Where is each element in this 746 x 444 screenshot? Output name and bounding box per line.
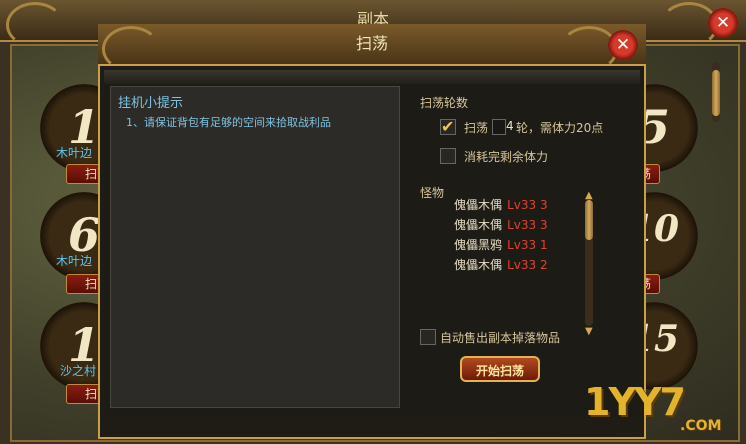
dungeon-scroll-thumb[interactable]: [712, 70, 720, 116]
dungeon-close-icon[interactable]: [708, 8, 738, 38]
level-name: 木叶边: [56, 254, 93, 268]
level-name: 沙之村: [60, 364, 97, 378]
rounds-input[interactable]: [492, 119, 506, 135]
rounds-count: 4: [506, 119, 514, 133]
monster-list-item: 傀儡黑鸦 Lv33 1: [454, 234, 548, 253]
sweep-title: 扫荡: [355, 34, 388, 53]
sweep-checkbox[interactable]: ✔: [440, 119, 456, 135]
monster-scrollbar[interactable]: [585, 200, 593, 326]
tips-title: 挂机小提示: [118, 96, 184, 111]
monster-level: Lv33 1: [507, 238, 548, 252]
auto-sell-checkbox[interactable]: [420, 329, 436, 345]
monster-scroll-thumb[interactable]: [585, 200, 593, 240]
start-sweep-button[interactable]: 开始扫荡: [460, 356, 540, 382]
monster-list-item: 傀儡木偶 Lv33 3: [454, 214, 548, 233]
level-name: 木叶边: [56, 146, 93, 160]
tips-line: 1、请保证背包有足够的空间来拾取战利品: [126, 116, 331, 129]
monster-level: Lv33 3: [507, 198, 548, 212]
dungeon-scrollbar[interactable]: [712, 62, 720, 122]
scroll-down-icon[interactable]: ▼: [585, 326, 593, 337]
monsters-heading: 怪物: [420, 186, 445, 200]
sweep-header-strip: [104, 70, 640, 84]
monster-name: 傀儡木偶: [454, 198, 503, 212]
rounds-heading: 扫荡轮数: [420, 96, 469, 110]
monster-list-item: 傀儡木偶 Lv33 2: [454, 254, 548, 273]
tips-panel: [110, 86, 400, 408]
sweep-checkbox-label: 扫荡: [464, 121, 489, 135]
auto-sell-label: 自动售出副本掉落物品: [440, 331, 561, 345]
check-icon: ✔: [441, 117, 455, 136]
consume-checkbox[interactable]: [440, 148, 456, 164]
monster-name: 傀儡木偶: [454, 258, 503, 272]
monster-level: Lv33 3: [507, 218, 548, 232]
rounds-suffix: 轮，需体力20点: [516, 121, 604, 135]
site-logo-suffix: .COM: [680, 418, 722, 434]
sweep-close-icon[interactable]: [608, 30, 638, 60]
monster-list-item: 傀儡木偶 Lv33 3: [454, 194, 548, 213]
monster-level: Lv33 2: [507, 258, 548, 272]
consume-checkbox-label: 消耗完剩余体力: [464, 150, 549, 164]
site-logo: 1YY7: [584, 380, 686, 424]
monster-name: 傀儡黑鸦: [454, 238, 503, 252]
monster-name: 傀儡木偶: [454, 218, 503, 232]
